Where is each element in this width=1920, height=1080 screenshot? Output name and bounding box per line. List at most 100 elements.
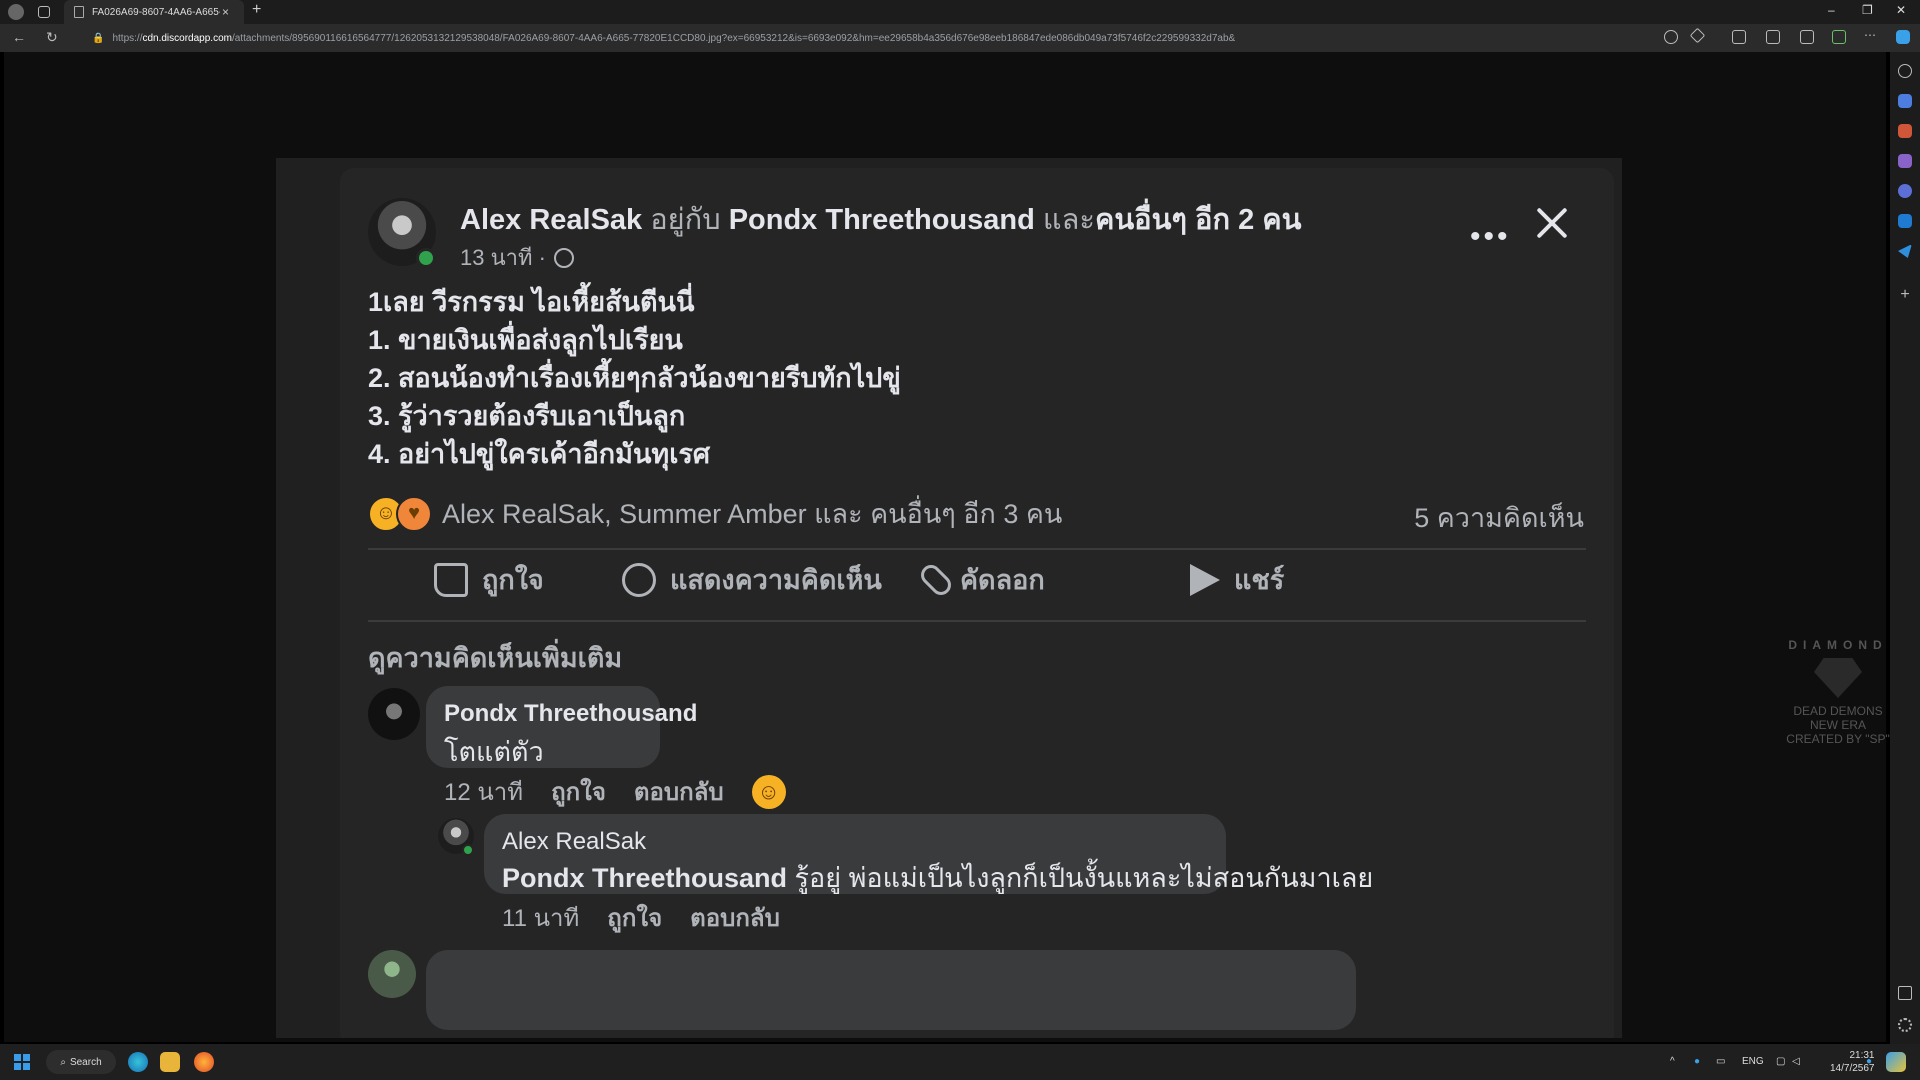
new-tab-button[interactable]: + (252, 1, 261, 19)
post-line-2: 2. สอนน้องทำเรื่องเหี้ยๆกลัวน้องขายรีบทั… (368, 363, 901, 393)
outlook-icon[interactable] (1898, 214, 1912, 228)
reply-author[interactable]: Alex RealSak (502, 828, 646, 856)
like-button[interactable]: ถูกใจ (434, 558, 544, 601)
reply-meta: 11 นาที ถูกใจ ตอบกลับ (502, 898, 780, 937)
more-comments-link[interactable]: ดูความคิดเห็นเพิ่มเติม (368, 636, 622, 679)
share-arrow-icon (1190, 563, 1220, 596)
add-icon[interactable]: + (1898, 287, 1912, 303)
network-tray-icon[interactable]: ▭ (1716, 1056, 1725, 1067)
settings-more-icon[interactable]: ⋯ (1864, 28, 1878, 42)
reply-body: รู้อยู่ พ่อแม่เป็นไงลูกก็เป็นงั้นแหละไม่… (787, 863, 1374, 893)
comment-bubble (426, 950, 1356, 1030)
search-icon: ⌕ (60, 1056, 66, 1068)
copilot-sidebar-icon[interactable] (1898, 184, 1912, 198)
author-name[interactable]: Alex RealSak (460, 204, 642, 236)
notification-icon[interactable]: ● (1866, 1056, 1872, 1067)
tagged-user[interactable]: Pondx Threethousand (729, 204, 1035, 236)
love-reaction-icon: ♥ (396, 495, 432, 532)
language-indicator[interactable]: ENG (1742, 1056, 1764, 1067)
comment-label: แสดงความคิดเห็น (670, 565, 882, 595)
comment-text: โตแต่ตัว (444, 737, 544, 767)
volume-icon[interactable]: ◁ (1792, 1056, 1800, 1067)
share-button[interactable]: แชร์ (1190, 558, 1284, 601)
reply-reply-button[interactable]: ตอบกลับ (690, 898, 780, 937)
close-window-button[interactable]: ✕ (1896, 3, 1906, 17)
tag-icon[interactable] (1898, 94, 1912, 108)
games-icon[interactable] (1898, 154, 1912, 168)
back-button[interactable]: ← (12, 29, 26, 45)
tab-title: FA026A69-8607-4AA6-A665-77 (92, 6, 220, 18)
post-header: Alex RealSak อยู่กับ Pondx Threethousand… (460, 196, 1301, 242)
collections-icon[interactable] (1800, 30, 1814, 44)
feedback-icon[interactable] (1898, 986, 1912, 1000)
copilot-taskbar-icon[interactable] (1886, 1052, 1906, 1072)
reply-like-button[interactable]: ถูกใจ (607, 898, 662, 937)
tab-image[interactable]: FA026A69-8607-4AA6-A665-77 × (64, 0, 244, 24)
share-label: แชร์ (1234, 565, 1285, 595)
tray-chevron-icon[interactable]: ^ (1670, 1056, 1675, 1067)
post-line-3: 3. รู้ว่ารวยต้องรีบเอาเป็นลูก (368, 401, 686, 431)
address-bar[interactable]: 🔒 https://cdn.discordapp.com/attachments… (92, 28, 1672, 48)
post-line-4: 4. อย่าไปขู่ใครเค้าอีกมันทุเรศ (368, 439, 711, 469)
reload-button[interactable]: ↻ (46, 29, 58, 46)
tab-actions-icon[interactable] (38, 6, 50, 18)
favorite-star-icon[interactable] (1689, 27, 1706, 44)
url-text: https://cdn.discordapp.com/attachments/8… (112, 32, 1236, 44)
copilot-icon[interactable] (1896, 30, 1910, 44)
reply-mention[interactable]: Pondx Threethousand (502, 863, 787, 893)
file-explorer-icon[interactable] (160, 1052, 180, 1072)
edge-sidebar: + (1890, 52, 1920, 1044)
link-icon (916, 560, 956, 599)
taskbar-search[interactable]: ⌕ Search (46, 1050, 116, 1074)
post-meta: 13 นาที · (460, 240, 574, 275)
microphone-icon[interactable]: ● (1694, 1056, 1700, 1067)
edge-app-icon[interactable] (128, 1052, 148, 1072)
divider (368, 548, 1586, 550)
comment-count[interactable]: 5 ความคิดเห็น (1414, 496, 1584, 539)
post-line-0: 1เลย วีรกรรม ไอเหี้ยส้นตีนนี่ (368, 287, 695, 317)
zoom-icon[interactable] (1664, 30, 1678, 44)
favorites-icon[interactable] (1766, 30, 1780, 44)
page-icon (74, 6, 84, 18)
and-text: และ (1042, 204, 1095, 236)
lock-icon[interactable]: 🔒 (92, 33, 104, 44)
reactions-text: Alex RealSak, Summer Amber และ คนอื่นๆ อ… (442, 499, 1063, 529)
commenter-avatar[interactable] (368, 688, 420, 740)
commenter-avatar[interactable] (368, 950, 416, 998)
watermark-line-3: NEW ERA (1809, 718, 1866, 732)
split-screen-icon[interactable] (1732, 30, 1746, 44)
haha-reaction-icon[interactable]: ☺ (751, 774, 786, 809)
comment-time[interactable]: 12 นาที (444, 772, 523, 811)
comment-button[interactable]: แสดงความคิดเห็น (622, 558, 882, 601)
firefox-icon[interactable] (194, 1052, 214, 1072)
watermark-line-4: CREATED BY "SP" (1786, 732, 1890, 746)
reply-text: Pondx Threethousand รู้อยู่ พ่อแม่เป็นไง… (502, 856, 1373, 899)
close-icon[interactable] (1532, 203, 1572, 243)
extension-icon[interactable] (1832, 30, 1846, 44)
more-options-icon[interactable]: ••• (1470, 220, 1511, 254)
minimize-button[interactable]: – (1828, 3, 1835, 17)
online-indicator (416, 248, 436, 268)
others-link[interactable]: คนอื่นๆ อีก 2 คน (1095, 204, 1302, 236)
copy-label: คัดลอก (960, 565, 1045, 595)
toolbox-icon[interactable] (1898, 124, 1912, 138)
copy-link-button[interactable]: คัดลอก (916, 558, 1045, 601)
comment-author[interactable]: Pondx Threethousand (444, 700, 697, 728)
reaction-summary[interactable]: ☺ ♥ Alex RealSak, Summer Amber และ คนอื่… (368, 492, 1062, 535)
send-icon[interactable] (1898, 244, 1912, 258)
comment-reply-button[interactable]: ตอบกลับ (634, 772, 724, 811)
profile-icon[interactable] (8, 4, 24, 20)
windows-start-icon[interactable] (14, 1054, 30, 1070)
reply-time[interactable]: 11 นาที (502, 898, 579, 937)
tab-close-icon[interactable]: × (222, 5, 229, 19)
post-time[interactable]: 13 นาที · (460, 240, 546, 275)
display-icon[interactable]: ▢ (1776, 1056, 1785, 1067)
diamond-icon (1814, 658, 1862, 698)
maximize-button[interactable]: ❐ (1862, 3, 1873, 17)
gear-icon[interactable] (1898, 1018, 1912, 1032)
search-icon[interactable] (1898, 64, 1912, 78)
comment-meta: 12 นาที ถูกใจ ตอบกลับ ☺ (444, 772, 786, 811)
watermark-line-2: DEAD DEMONS (1793, 704, 1883, 718)
with-text: อยู่กับ (650, 204, 721, 236)
comment-like-button[interactable]: ถูกใจ (551, 772, 606, 811)
